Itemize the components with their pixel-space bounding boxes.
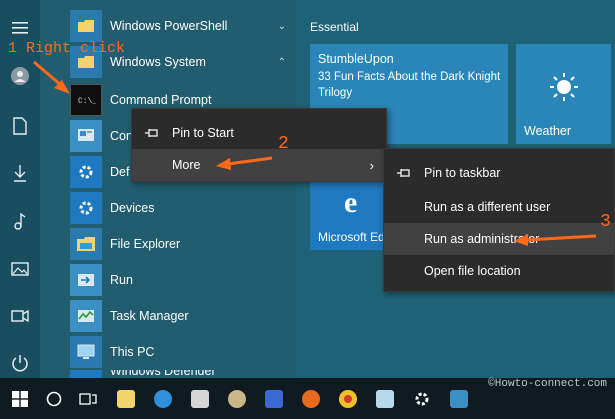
paint-icon — [228, 389, 246, 408]
control-panel-icon — [450, 389, 468, 408]
taskbar-chrome[interactable] — [328, 378, 368, 419]
notepad-icon — [376, 389, 394, 408]
store-icon — [191, 389, 209, 408]
taskbar-settings[interactable] — [402, 378, 442, 419]
taskbar-file-explorer[interactable] — [106, 378, 146, 419]
taskbar-edge[interactable] — [143, 378, 183, 419]
firefox-icon — [302, 389, 320, 408]
chrome-icon — [339, 389, 357, 408]
app-icon — [265, 389, 283, 408]
annotation-arrows — [33, 60, 597, 246]
taskbar-control-panel[interactable] — [439, 378, 479, 419]
watermark: ©Howto-connect.com — [488, 378, 607, 390]
taskbar-store[interactable] — [180, 378, 220, 419]
taskbar-firefox[interactable] — [291, 378, 331, 419]
taskbar-notepad[interactable] — [365, 378, 405, 419]
file-explorer-icon — [117, 389, 135, 408]
task-view-button[interactable] — [68, 378, 108, 419]
taskbar-paint[interactable] — [217, 378, 257, 419]
windows-logo-icon — [12, 390, 28, 407]
task-view-icon — [79, 392, 97, 405]
search-circle-icon — [46, 391, 62, 406]
gear-icon — [415, 392, 429, 405]
taskbar-app-1[interactable] — [254, 378, 294, 419]
edge-icon — [154, 389, 172, 408]
